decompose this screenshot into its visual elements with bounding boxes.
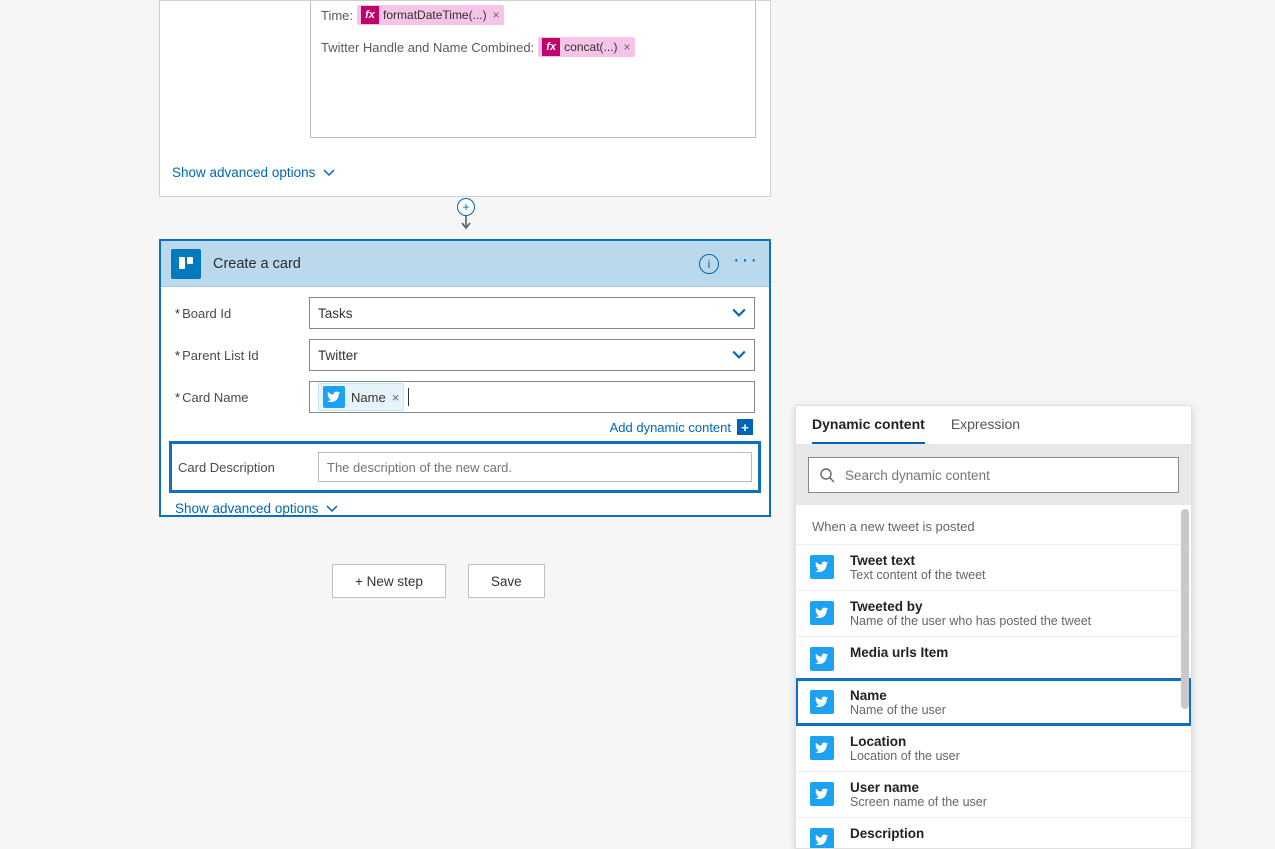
dyn-item-tweeted-by[interactable]: Tweeted byName of the user who has poste… [796,590,1191,636]
show-advanced-options-link[interactable]: Show advanced options [175,501,755,516]
twitter-icon [810,736,834,760]
add-dynamic-content-row: Add dynamic content + [175,419,753,435]
card-name-row: *Card Name Name × [175,381,755,413]
handle-row: Twitter Handle and Name Combined: fx con… [321,37,745,57]
search-box[interactable] [808,457,1179,493]
board-id-label: *Board Id [175,306,309,321]
card-name-label: *Card Name [175,390,309,405]
search-wrap [796,445,1191,505]
more-menu-icon[interactable]: ··· [733,249,759,278]
show-advanced-label: Show advanced options [172,165,315,180]
show-advanced-options-link[interactable]: Show advanced options [172,165,335,180]
card-description-row: Card Description [169,441,761,493]
chevron-down-icon [732,348,746,362]
scrollbar[interactable] [1181,509,1189,709]
create-card-action: Create a card i ··· *Board Id Tasks *Par… [159,239,771,517]
add-dynamic-content-button[interactable]: + [737,419,753,435]
chevron-down-icon [326,503,338,515]
dyn-item-description[interactable]: Description [796,817,1191,848]
trello-icon [171,249,201,279]
close-icon[interactable]: × [493,8,500,22]
twitter-icon [810,601,834,625]
dynamic-group-title: When a new tweet is posted [796,505,1191,544]
board-id-row: *Board Id Tasks [175,297,755,329]
flow-designer-canvas: Time: fx formatDateTime(...) × Twitter H… [0,0,1275,849]
board-id-value: Tasks [318,306,353,321]
twitter-icon [810,782,834,806]
twitter-icon [810,690,834,714]
plus-icon[interactable]: + [457,198,475,216]
card-description-label: Card Description [178,460,318,475]
parent-list-label: *Parent List Id [175,348,309,363]
time-label: Time: [321,8,353,23]
action-header[interactable]: Create a card i ··· [161,241,769,287]
dyn-item-user-name[interactable]: User nameScreen name of the user [796,771,1191,817]
chevron-down-icon [732,306,746,320]
twitter-icon [810,555,834,579]
time-expression-token[interactable]: fx formatDateTime(...) × [357,5,504,25]
close-icon[interactable]: × [624,40,631,54]
show-advanced-label: Show advanced options [175,501,318,516]
fx-icon: fx [361,6,379,24]
text-caret [408,388,409,406]
board-id-select[interactable]: Tasks [309,297,755,329]
parent-list-row: *Parent List Id Twitter [175,339,755,371]
action-title: Create a card [213,256,699,272]
dyn-item-tweet-text[interactable]: Tweet textText content of the tweet [796,544,1191,590]
handle-expression-text: concat(...) [564,40,617,54]
handle-expression-token[interactable]: fx concat(...) × [538,37,634,57]
dynamic-list-scroll: When a new tweet is posted Tweet textTex… [796,505,1191,848]
time-row: Time: fx formatDateTime(...) × [321,5,745,25]
info-icon[interactable]: i [699,254,719,274]
tab-dynamic-content[interactable]: Dynamic content [812,416,925,444]
twitter-icon [323,386,345,408]
tab-expression[interactable]: Expression [951,416,1020,444]
handle-label: Twitter Handle and Name Combined: [321,40,534,55]
close-icon[interactable]: × [392,390,400,405]
connector-add-step[interactable]: + [456,198,476,238]
search-input[interactable] [845,468,1168,483]
dyn-item-name[interactable]: NameName of the user [796,679,1191,725]
dynamic-panel-tabs: Dynamic content Expression [796,406,1191,445]
name-token[interactable]: Name × [318,383,404,411]
parent-list-select[interactable]: Twitter [309,339,755,371]
save-button[interactable]: Save [468,564,545,598]
parent-list-value: Twitter [318,348,358,363]
twitter-icon [810,828,834,848]
dynamic-content-panel: Dynamic content Expression When a new tw… [795,405,1192,849]
chevron-down-icon [323,167,335,179]
arrow-down-icon [460,216,472,230]
name-token-text: Name [351,390,386,405]
new-step-button[interactable]: + New step [332,564,446,598]
fx-icon: fx [542,38,560,56]
time-expression-text: formatDateTime(...) [383,8,487,22]
bottom-buttons: + New step Save [332,564,545,598]
card-description-input[interactable] [318,452,752,482]
dyn-item-media-urls[interactable]: Media urls Item [796,636,1191,679]
action-body: *Board Id Tasks *Parent List Id Twitter [161,287,769,526]
compose-inputs-box: Time: fx formatDateTime(...) × Twitter H… [310,1,756,138]
card-name-input[interactable]: Name × [309,381,755,413]
twitter-icon [810,647,834,671]
previous-action-card: Time: fx formatDateTime(...) × Twitter H… [159,0,771,197]
dyn-item-location[interactable]: LocationLocation of the user [796,725,1191,771]
add-dynamic-content-link[interactable]: Add dynamic content [610,420,731,435]
search-icon [819,467,835,483]
